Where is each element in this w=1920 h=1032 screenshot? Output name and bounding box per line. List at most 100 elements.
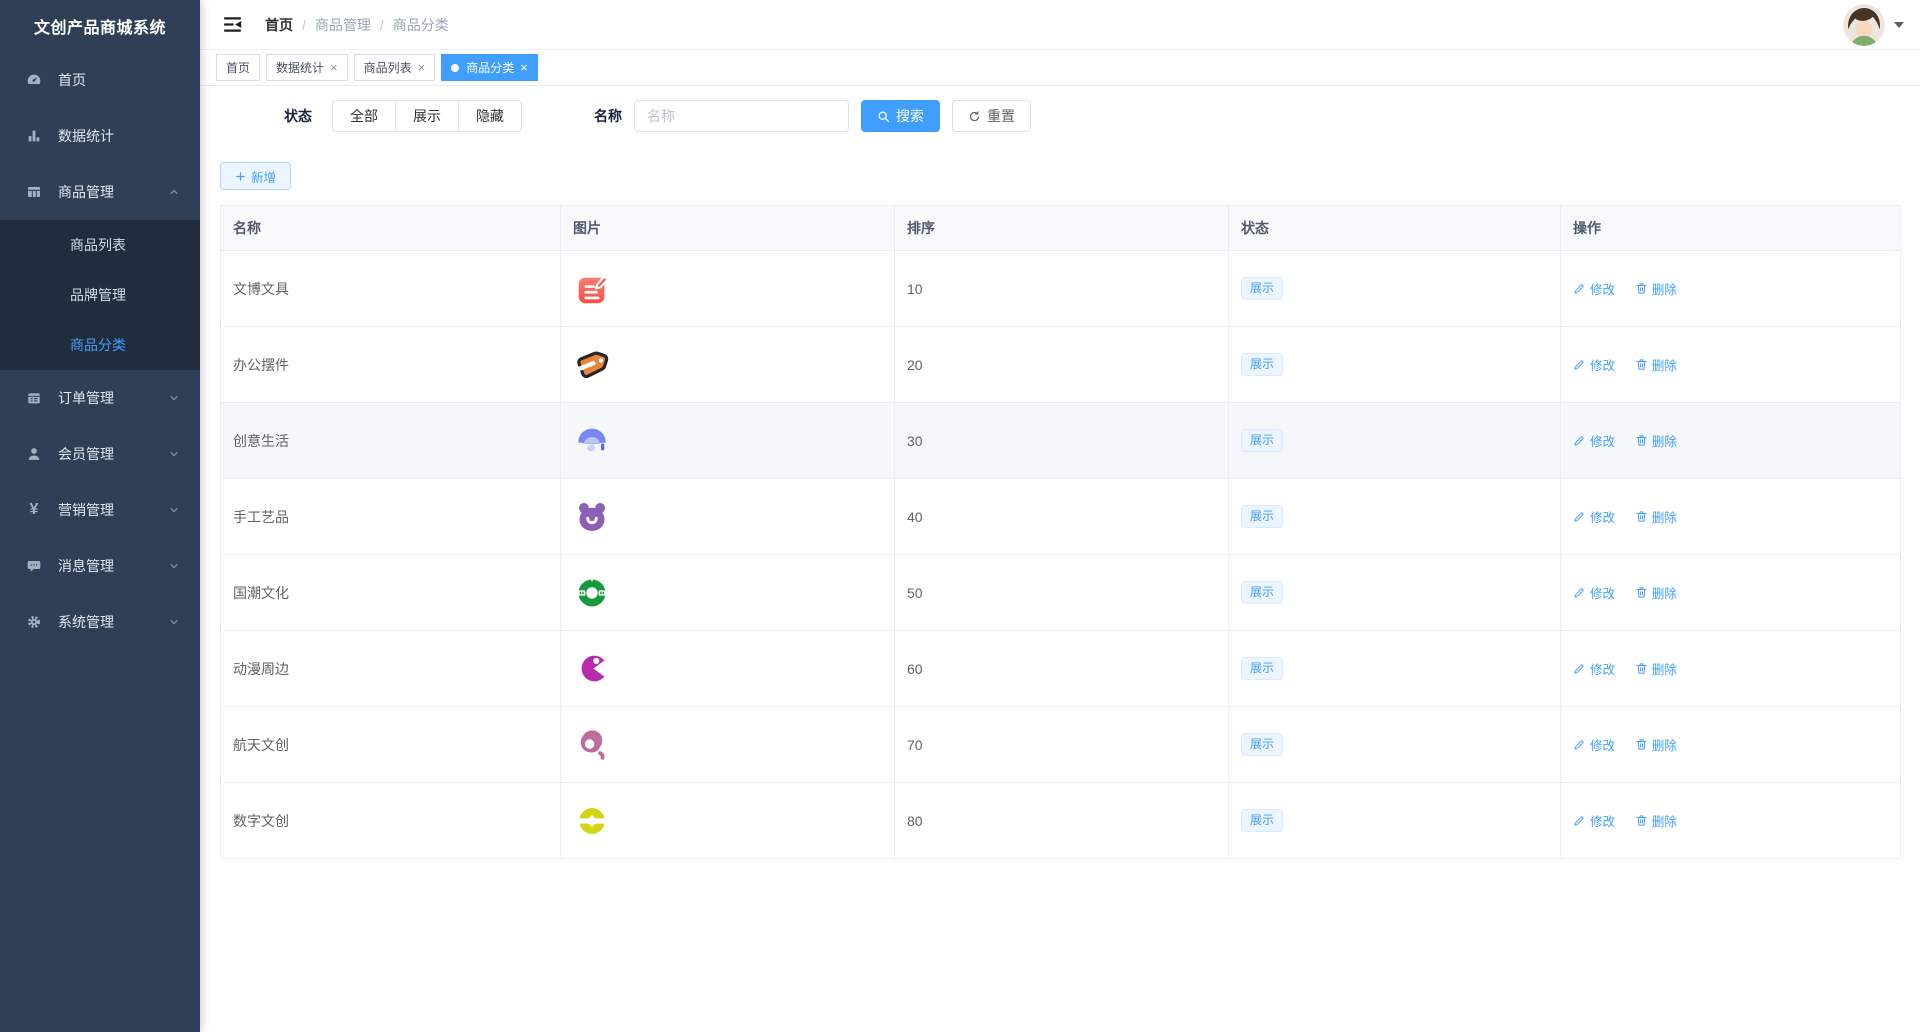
jade-ring-icon (573, 574, 611, 612)
trash-icon (1635, 282, 1648, 295)
delete-button[interactable]: 删除 (1635, 507, 1677, 526)
modify-button[interactable]: 修改 (1573, 355, 1615, 374)
category-sort: 80 (894, 782, 1229, 859)
breadcrumb-product-management[interactable]: 商品管理 (315, 15, 371, 35)
modify-button[interactable]: 修改 (1573, 659, 1615, 678)
chevron-down-icon (168, 448, 180, 460)
sidebar-item-label: 营销管理 (58, 502, 114, 518)
add-button[interactable]: 新增 (220, 162, 292, 190)
close-icon[interactable]: × (330, 61, 338, 74)
name-filter-label: 名称 (594, 108, 622, 124)
delete-button[interactable]: 删除 (1635, 355, 1677, 374)
planet-icon (573, 726, 611, 764)
tab-label: 首页 (226, 61, 251, 75)
pencil-icon (1573, 738, 1586, 751)
menu-fold-icon[interactable] (222, 14, 243, 35)
status-all-button[interactable]: 全部 (332, 100, 396, 132)
reset-button-label: 重置 (987, 108, 1015, 124)
category-sort: 20 (894, 326, 1229, 403)
trash-icon (1635, 358, 1648, 371)
bear-icon (573, 498, 611, 536)
search-button[interactable]: 搜索 (861, 100, 940, 132)
status-badge: 展示 (1241, 580, 1284, 605)
order-icon (26, 390, 42, 406)
sidebar-item-product-list[interactable]: 商品列表 (0, 220, 200, 270)
category-name: 手工艺品 (220, 478, 561, 555)
modify-button[interactable]: 修改 (1573, 507, 1615, 526)
modify-button[interactable]: 修改 (1573, 279, 1615, 298)
category-table: 名称 图片 排序 状态 操作 文博文具 10 展示 修改 删除 办公摆件 20 … (220, 205, 1901, 859)
delete-button[interactable]: 删除 (1635, 811, 1677, 830)
status-badge: 展示 (1241, 656, 1284, 681)
tab-product-list[interactable]: 商品列表 × (353, 54, 436, 81)
status-badge: 展示 (1241, 276, 1284, 301)
sidebar-item-label: 首页 (58, 72, 86, 88)
column-header-status: 状态 (1228, 205, 1561, 251)
column-header-actions: 操作 (1560, 205, 1901, 251)
delete-button[interactable]: 删除 (1635, 735, 1677, 754)
table-row: 数字文创 80 展示 修改 删除 (220, 782, 1901, 859)
bar-chart-icon (26, 128, 42, 144)
status-hide-button[interactable]: 隐藏 (458, 100, 522, 132)
sidebar-item-brand-management[interactable]: 品牌管理 (0, 270, 200, 320)
close-icon[interactable]: × (418, 61, 426, 74)
sidebar-item-label: 商品列表 (70, 237, 126, 253)
sidebar: 文创产品商城系统 首页 数据统计 商品管理 商品列表 品牌管理 商品分类 订单管… (0, 0, 200, 1032)
modify-button[interactable]: 修改 (1573, 735, 1615, 754)
sidebar-item-label: 消息管理 (58, 558, 114, 574)
status-filter-label: 状态 (284, 108, 312, 124)
tab-home[interactable]: 首页 (216, 54, 261, 81)
delete-button[interactable]: 删除 (1635, 431, 1677, 450)
pencil-icon (1573, 586, 1586, 599)
category-sort: 10 (894, 250, 1229, 327)
sidebar-item-marketing-management[interactable]: ¥ 营销管理 (0, 482, 200, 538)
modify-button[interactable]: 修改 (1573, 811, 1615, 830)
trash-icon (1635, 662, 1648, 675)
sidebar-item-order-management[interactable]: 订单管理 (0, 370, 200, 426)
coin-icon (573, 802, 611, 840)
submenu-product-management: 商品列表 品牌管理 商品分类 (0, 220, 200, 370)
status-badge: 展示 (1241, 504, 1284, 529)
sidebar-item-message-management[interactable]: 消息管理 (0, 538, 200, 594)
delete-button[interactable]: 删除 (1635, 279, 1677, 298)
folding-fan-icon (573, 422, 611, 460)
status-badge: 展示 (1241, 428, 1284, 453)
delete-button[interactable]: 删除 (1635, 583, 1677, 602)
sidebar-item-system-management[interactable]: 系统管理 (0, 594, 200, 650)
breadcrumb-separator: / (302, 16, 306, 33)
tags-view-bar: 首页 数据统计 × 商品列表 × 商品分类 × (200, 50, 1920, 86)
sidebar-item-statistics[interactable]: 数据统计 (0, 108, 200, 164)
pencil-icon (1573, 662, 1586, 675)
sidebar-item-member-management[interactable]: 会员管理 (0, 426, 200, 482)
sidebar-item-product-category[interactable]: 商品分类 (0, 320, 200, 370)
breadcrumb-separator: / (379, 16, 384, 33)
sidebar-item-label: 商品管理 (58, 184, 114, 200)
modify-button[interactable]: 修改 (1573, 583, 1615, 602)
refresh-icon (968, 110, 981, 123)
table-toolbar: 新增 (200, 146, 1920, 190)
category-sort: 40 (894, 478, 1229, 555)
tab-product-category[interactable]: 商品分类 × (441, 54, 538, 81)
add-button-label: 新增 (251, 170, 277, 185)
search-icon (877, 110, 890, 123)
status-show-button[interactable]: 展示 (395, 100, 459, 132)
caret-down-icon[interactable] (1894, 21, 1904, 28)
close-icon[interactable]: × (520, 61, 528, 74)
user-icon (26, 446, 42, 462)
note-edit-icon (573, 270, 611, 308)
modify-button[interactable]: 修改 (1573, 431, 1615, 450)
avatar[interactable] (1843, 3, 1885, 46)
delete-button[interactable]: 删除 (1635, 659, 1677, 678)
sidebar-item-home[interactable]: 首页 (0, 52, 200, 108)
category-sort: 70 (894, 706, 1229, 783)
trash-icon (1635, 738, 1648, 751)
sidebar-item-label: 会员管理 (58, 446, 114, 462)
breadcrumb-home[interactable]: 首页 (265, 15, 293, 35)
sidebar-item-product-management[interactable]: 商品管理 (0, 164, 200, 220)
grid-icon (26, 184, 42, 200)
tab-statistics[interactable]: 数据统计 × (266, 54, 348, 81)
tab-label: 数据统计 (276, 61, 325, 75)
name-input[interactable] (634, 100, 849, 132)
column-header-name: 名称 (220, 205, 561, 251)
reset-button[interactable]: 重置 (952, 100, 1031, 132)
